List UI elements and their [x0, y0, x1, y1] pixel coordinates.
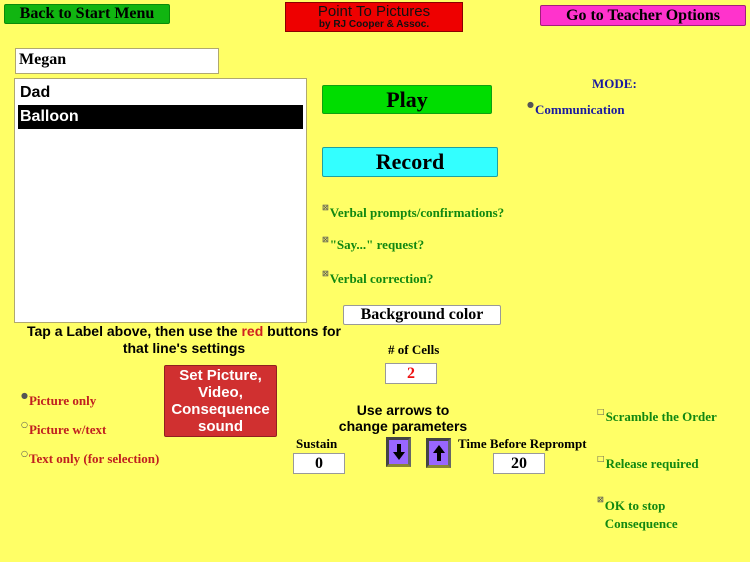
arrow-down-icon: [392, 444, 405, 460]
mode-label: MODE:: [592, 76, 637, 91]
button-line: Consequence: [171, 401, 270, 418]
reprompt-label: Time Before Reprompt: [458, 436, 587, 451]
arrows-hint: Use arrows to change parameters: [338, 402, 468, 434]
record-button[interactable]: Record: [322, 147, 498, 177]
radio-unselected-icon: ○: [21, 420, 28, 429]
arrow-up-icon: [432, 445, 445, 461]
teacher-options-button[interactable]: Go to Teacher Options: [540, 5, 746, 26]
checkbox-checked-icon: ⊠: [322, 235, 329, 244]
sustain-label: Sustain: [296, 436, 338, 451]
checkbox-label: Scramble the Order: [605, 409, 717, 424]
checkbox-unchecked-icon: □: [597, 407, 605, 416]
verbal-prompts-checkbox[interactable]: ⊠ Verbal prompts/confirmations?: [322, 203, 505, 221]
radio-label: Picture w/text: [28, 422, 107, 437]
picture-only-radio[interactable]: ● Picture only: [21, 391, 97, 409]
app-subtitle: by RJ Cooper & Assoc.: [318, 19, 430, 30]
label-list[interactable]: Dad Balloon: [14, 78, 307, 323]
radio-selected-icon: ●: [21, 391, 28, 400]
checkbox-label: Verbal prompts/confirmations?: [329, 205, 505, 220]
verbal-correction-checkbox[interactable]: ⊠ Verbal correction?: [322, 269, 434, 287]
checkbox-unchecked-icon: □: [597, 454, 605, 463]
play-button[interactable]: Play: [322, 85, 492, 114]
radio-unselected-icon: ○: [21, 449, 28, 458]
checkbox-checked-icon: ⊠: [322, 203, 329, 212]
sustain-value-field[interactable]: 0: [293, 453, 345, 474]
instructions-part: Tap a Label above, then use the: [26, 323, 242, 339]
cells-value-field[interactable]: 2: [385, 363, 437, 384]
reprompt-value-field[interactable]: 20: [493, 453, 545, 474]
radio-label: Picture only: [28, 393, 97, 408]
instructions-text: Tap a Label above, then use the red butt…: [14, 323, 354, 357]
back-to-start-menu-button[interactable]: Back to Start Menu: [4, 4, 170, 24]
mode-option-label: Communication: [534, 102, 625, 117]
checkbox-checked-icon: ⊠: [322, 269, 329, 278]
button-line: sound: [198, 418, 243, 435]
checkbox-label: Release required: [605, 456, 699, 471]
radio-label: Text only (for selection): [28, 451, 160, 466]
instructions-highlight: red: [241, 323, 264, 339]
app-title: Point To Pictures: [317, 3, 431, 20]
release-required-checkbox[interactable]: □ Release required: [597, 454, 699, 472]
set-picture-video-sound-button[interactable]: Set Picture, Video, Consequence sound: [164, 365, 277, 437]
text-only-radio[interactable]: ○ Text only (for selection): [21, 449, 160, 467]
button-line: Video,: [198, 384, 243, 401]
background-color-button[interactable]: Background color: [343, 305, 501, 325]
list-item-balloon[interactable]: Balloon: [18, 105, 303, 129]
button-line: Set Picture,: [179, 367, 262, 384]
mode-option-communication[interactable]: ● Communication: [527, 100, 625, 118]
list-item-dad[interactable]: Dad: [18, 81, 303, 105]
checkbox-label: "Say..." request?: [329, 237, 425, 252]
decrease-arrow-button[interactable]: [386, 437, 411, 467]
checkbox-checked-icon: ⊠: [597, 495, 604, 504]
scramble-order-checkbox[interactable]: □ Scramble the Order: [597, 407, 717, 425]
radio-selected-icon: ●: [527, 100, 534, 109]
cells-label: # of Cells: [388, 342, 440, 357]
say-request-checkbox[interactable]: ⊠ "Say..." request?: [322, 235, 425, 253]
ok-to-stop-consequence-checkbox[interactable]: ⊠ OK to stop Consequence: [597, 495, 687, 533]
student-name-field[interactable]: Megan: [15, 48, 219, 74]
checkbox-label: Verbal correction?: [329, 271, 434, 286]
picture-with-text-radio[interactable]: ○ Picture w/text: [21, 420, 107, 438]
increase-arrow-button[interactable]: [426, 438, 451, 468]
checkbox-label: OK to stop Consequence: [604, 498, 678, 531]
app-title-banner: Point To Pictures by RJ Cooper & Assoc.: [285, 2, 463, 32]
